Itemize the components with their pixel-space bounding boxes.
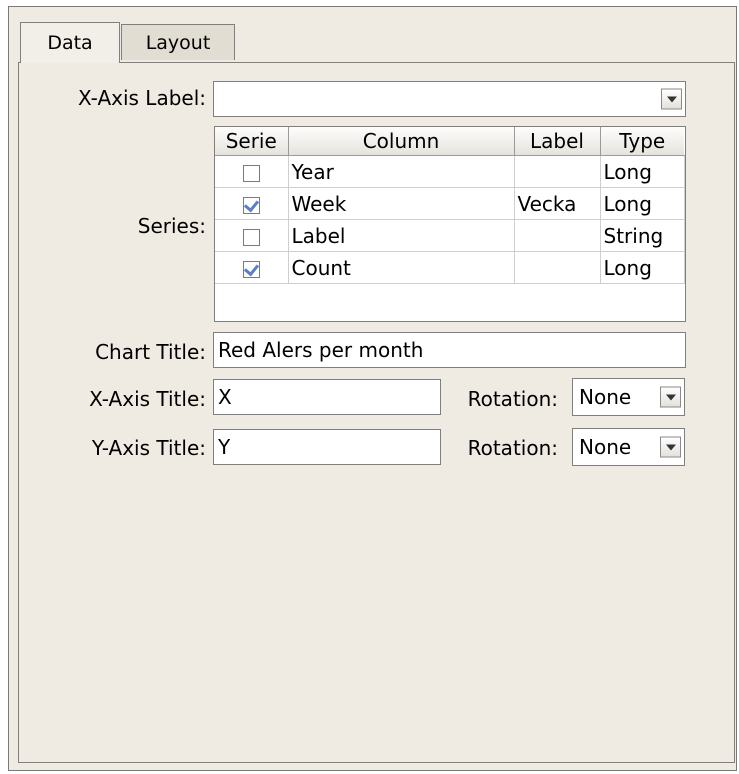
column-header-label[interactable]: Label [514,127,601,156]
serie-cell [215,251,289,284]
column-header-type[interactable]: Type [600,127,684,156]
column-cell: Count [288,251,515,284]
column-header-serie[interactable]: Serie [215,127,289,156]
yaxis-rotation-value: None [579,435,632,459]
table-row: Week Vecka Long [215,187,685,220]
tab-layout-label: Layout [145,31,211,54]
type-cell: Long [600,251,685,284]
serie-checkbox-week[interactable] [242,196,260,214]
table-row: Count Long [215,251,685,284]
tab-layout[interactable]: Layout [121,24,235,60]
xaxis-rotation-dropdown-button[interactable] [660,386,681,408]
tab-data-label: Data [47,32,93,54]
label-cell[interactable] [514,155,601,188]
table-row: Label String [215,219,685,252]
table-row: Year Long [215,155,685,188]
label-cell[interactable]: Vecka [514,187,601,220]
type-cell: String [600,219,685,252]
serie-checkbox-count[interactable] [242,260,260,278]
label-cell[interactable] [514,251,601,284]
chevron-down-icon [666,96,677,102]
xaxis-label-dropdown-button[interactable] [661,88,682,110]
tab-data[interactable]: Data [20,22,120,63]
serie-cell [215,219,289,252]
yaxis-rotation-dropdown-button[interactable] [660,436,681,458]
xaxis-label-label: X-Axis Label: [77,86,206,110]
chart-title-label: Chart Title: [95,340,206,364]
xaxis-label-select[interactable] [213,81,686,117]
series-label: Series: [137,214,206,238]
column-cell: Label [288,219,515,252]
yaxis-title-input[interactable]: Y [213,429,441,465]
label-cell[interactable] [514,219,601,252]
serie-checkbox-label[interactable] [242,228,260,246]
yaxis-rotation-label: Rotation: [467,436,558,460]
chart-title-input[interactable]: Red Alers per month [213,332,686,368]
column-cell: Week [288,187,515,220]
yaxis-rotation-select[interactable]: None [572,428,685,466]
serie-cell [215,187,289,220]
serie-checkbox-year[interactable] [242,164,260,182]
xaxis-rotation-select[interactable]: None [572,378,685,416]
type-cell: Long [600,187,685,220]
chevron-down-icon [665,444,676,450]
xaxis-title-label: X-Axis Title: [89,387,206,411]
serie-cell [215,155,289,188]
chevron-down-icon [665,394,676,400]
xaxis-rotation-label: Rotation: [467,387,558,411]
type-cell: Long [600,155,685,188]
yaxis-title-label: Y-Axis Title: [91,436,206,460]
xaxis-rotation-value: None [579,385,632,409]
xaxis-title-input[interactable]: X [213,379,441,415]
column-cell: Year [288,155,515,188]
series-table-header: Serie Column Label Type [215,127,684,156]
column-header-column[interactable]: Column [288,127,515,156]
series-table[interactable]: Serie Column Label Type Year Long Week V… [214,126,686,322]
